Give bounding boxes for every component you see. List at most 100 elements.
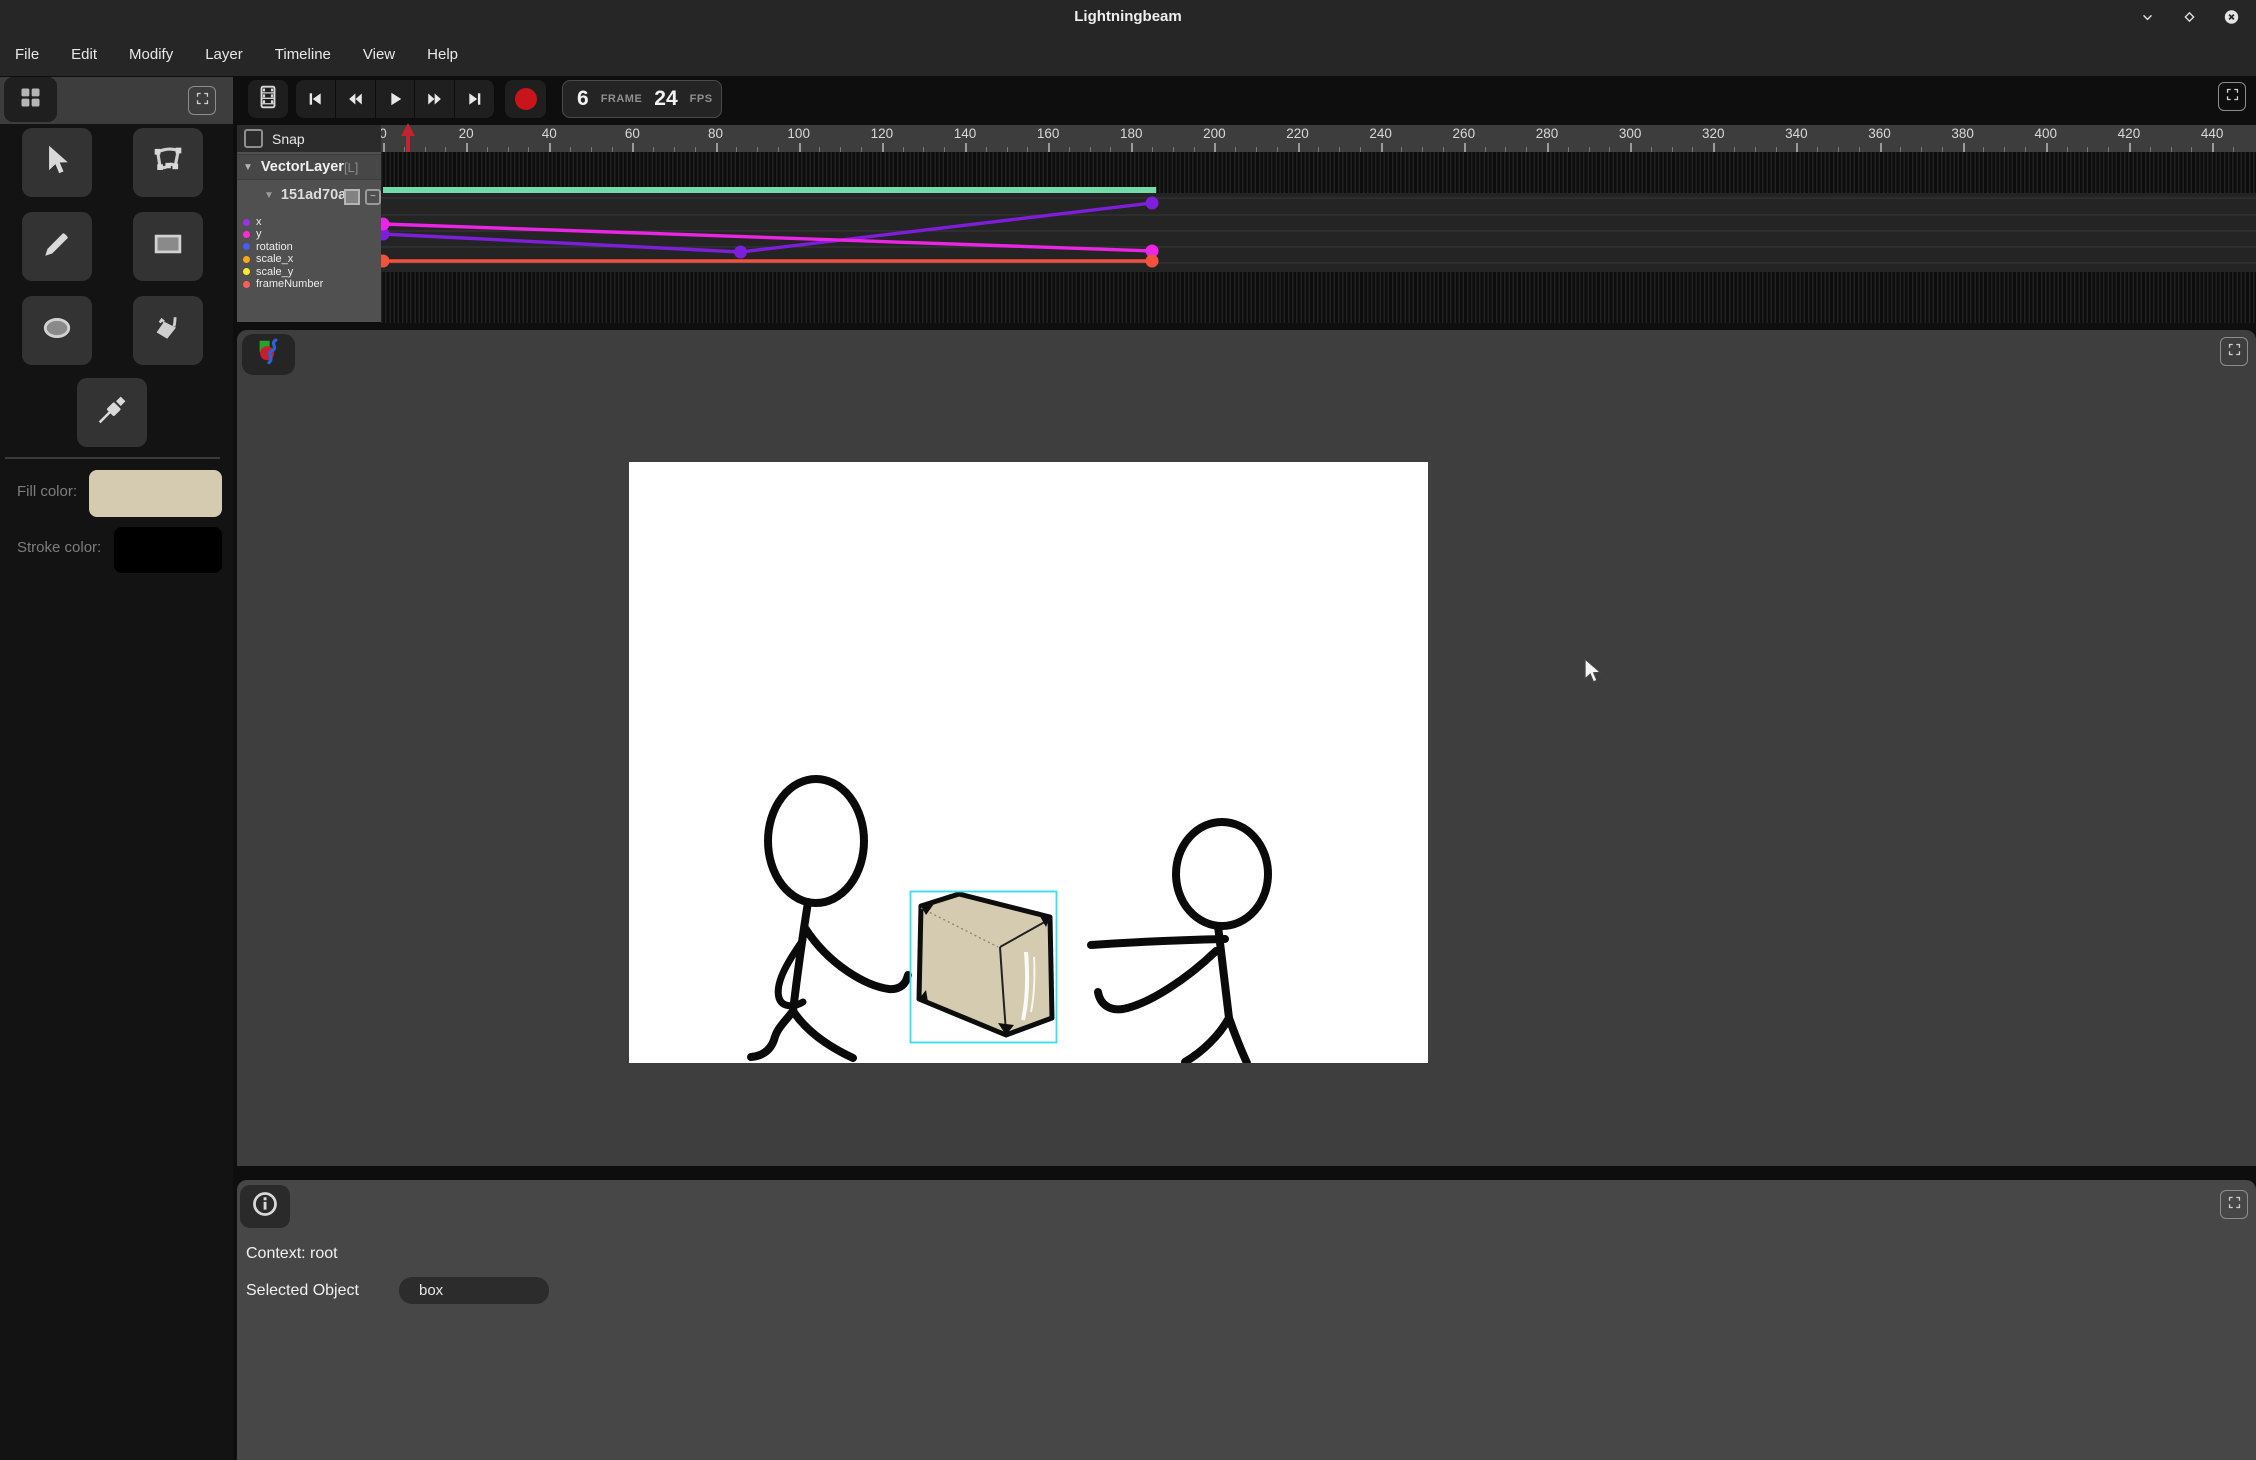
ruler-label: 440 (2201, 126, 2224, 141)
scene-button[interactable] (242, 334, 295, 375)
pencil-tool-button[interactable] (22, 212, 92, 281)
ruler-tick (466, 143, 468, 152)
ruler-tick (1713, 143, 1715, 152)
property-row-scale_x[interactable]: scale_x (237, 253, 293, 265)
timeline-expand-button[interactable] (2218, 82, 2246, 111)
window-controls (2138, 0, 2256, 33)
property-row-x[interactable]: x (237, 216, 262, 228)
selected-object-field[interactable]: box (399, 1277, 549, 1304)
fps-label: FPS (690, 93, 713, 105)
box-object[interactable] (919, 894, 1052, 1035)
keyframe-x[interactable] (1146, 197, 1159, 210)
ruler-tick (965, 143, 967, 152)
ruler-label: 200 (1203, 126, 1226, 141)
ruler-tick (1214, 143, 1216, 152)
layer-collapse-caret[interactable]: ▼ (243, 162, 253, 173)
minimize-button[interactable] (2138, 7, 2157, 26)
layer-suffix: [L] (344, 160, 358, 175)
ruler-tick (1796, 143, 1798, 152)
fast-forward-button[interactable] (415, 80, 455, 118)
ruler-label: 60 (625, 126, 640, 141)
ruler-tick (2212, 143, 2214, 152)
maximize-button[interactable] (2180, 7, 2199, 26)
ruler-label: 140 (954, 126, 977, 141)
menu-file[interactable]: File (4, 42, 50, 67)
drawing-canvas[interactable] (629, 462, 1428, 1063)
ruler-tick (799, 143, 801, 152)
menubar: File Edit Modify Layer Timeline View Help (0, 33, 2256, 76)
ruler-tick (1131, 143, 1133, 152)
object-collapse-caret[interactable]: ▼ (264, 190, 274, 201)
property-row-rotation[interactable]: rotation (237, 241, 293, 253)
sidebar-expand-button[interactable] (188, 86, 216, 115)
eyedropper-tool-button[interactable] (77, 378, 147, 447)
frame-fps-box[interactable]: 6 FRAME 24 FPS (562, 80, 722, 118)
ruler-label: 100 (787, 126, 810, 141)
record-button[interactable] (505, 80, 546, 118)
property-row-scale_y[interactable]: scale_y (237, 266, 293, 278)
menu-help[interactable]: Help (416, 42, 469, 67)
rewind-button[interactable] (336, 80, 376, 118)
ruler-label: 340 (1785, 126, 1808, 141)
ruler-label: 40 (542, 126, 557, 141)
object-visibility-button[interactable] (344, 189, 360, 205)
app-window: Lightningbeam FileEditModifyLayerTimelin… (0, 0, 2256, 1460)
select-tool-button[interactable] (22, 128, 92, 197)
menu-modify[interactable]: Modify (118, 42, 184, 67)
keyframe-x[interactable] (734, 246, 747, 259)
stick-figure-right[interactable] (1091, 822, 1268, 1063)
skip-to-end-button[interactable] (455, 80, 494, 118)
snap-checkbox[interactable] (244, 129, 263, 148)
property-row-frameNumber[interactable]: frameNumber (237, 278, 323, 290)
stroke-color-swatch[interactable] (114, 527, 222, 573)
keyframe-frameNumber[interactable] (1146, 255, 1159, 268)
playhead-stem[interactable] (406, 136, 410, 152)
ruler-tick (1630, 143, 1632, 152)
play-button[interactable] (376, 80, 416, 118)
sidebar-divider (5, 457, 220, 459)
film-icon (255, 84, 281, 115)
node-editor-tool-button[interactable] (133, 128, 203, 197)
timeline-ruler[interactable]: 0204060801001201401601802002202402602803… (381, 125, 2256, 152)
panel-grid-button[interactable] (4, 77, 57, 122)
ruler-tick (1464, 143, 1466, 152)
ruler-label: 320 (1702, 126, 1725, 141)
playhead[interactable] (401, 123, 415, 136)
ruler-tick (549, 143, 551, 152)
fill-color-swatch[interactable] (89, 470, 222, 517)
inspector-expand-button[interactable] (2220, 1190, 2248, 1219)
ruler-label: 0 (381, 126, 387, 141)
skip-to-start-button[interactable] (296, 80, 336, 118)
ruler-tick (716, 143, 718, 152)
film-settings-button[interactable] (248, 80, 288, 118)
stroke-color-label: Stroke color: (17, 539, 101, 556)
layer-row[interactable]: ▼ VectorLayer [L] (237, 154, 381, 180)
frame-value[interactable]: 6 (577, 87, 589, 111)
ruler-label: 180 (1120, 126, 1143, 141)
object-curve-toggle-button[interactable]: ~ (365, 189, 381, 205)
menu-timeline[interactable]: Timeline (264, 42, 342, 67)
stick-figure-left[interactable] (751, 779, 908, 1058)
property-color-dot (243, 231, 250, 238)
keyframe-tracks[interactable] (381, 152, 2256, 323)
expand-icon (2226, 341, 2243, 363)
inspector-panel (237, 1180, 2256, 1460)
ellipse-tool-button[interactable] (22, 296, 92, 365)
menu-view[interactable]: View (352, 42, 406, 67)
paint-bucket-tool-button[interactable] (133, 296, 203, 365)
info-button[interactable] (240, 1185, 290, 1228)
canvas-expand-button[interactable] (2220, 337, 2248, 366)
menu-layer[interactable]: Layer (194, 42, 254, 67)
close-button[interactable] (2222, 7, 2241, 26)
ruler-label: 120 (871, 126, 894, 141)
rectangle-tool-button[interactable] (133, 212, 203, 281)
ruler-label: 80 (708, 126, 723, 141)
ruler-label: 300 (1619, 126, 1642, 141)
fps-value[interactable]: 24 (654, 87, 677, 111)
property-row-y[interactable]: y (237, 228, 262, 240)
keyframe-frameNumber[interactable] (381, 255, 390, 268)
property-color-dot (243, 219, 250, 226)
menu-edit[interactable]: Edit (60, 42, 108, 67)
keyframe-y[interactable] (381, 218, 390, 231)
layer-duration-bar[interactable] (383, 187, 1156, 193)
